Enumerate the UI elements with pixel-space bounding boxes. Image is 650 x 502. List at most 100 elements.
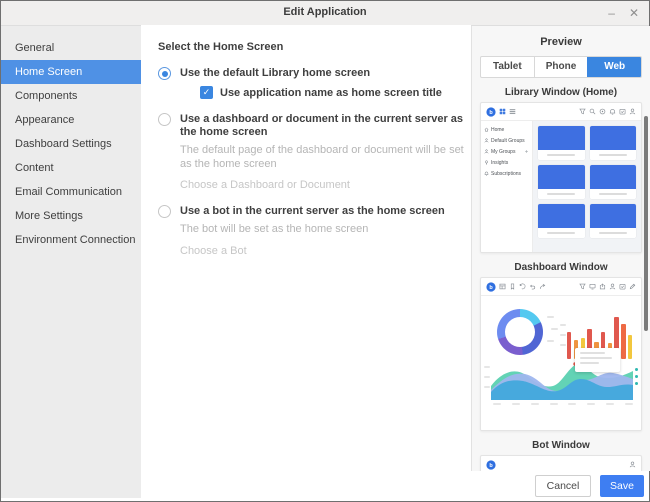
sidebar-item-content[interactable]: Content (1, 156, 141, 180)
share-icon (539, 283, 546, 290)
legend-dot (635, 382, 638, 385)
calendar-check-icon (619, 283, 626, 290)
panel-scrollbar-thumb[interactable] (644, 116, 648, 331)
axis-label-dash (560, 344, 566, 346)
brand-logo-icon (486, 282, 496, 292)
preview-sidebar-item-home: Home (481, 124, 532, 135)
dashboard-window-title: Dashboard Window (472, 262, 650, 273)
bot-window-preview (480, 455, 642, 471)
plus-icon (524, 149, 529, 154)
radio-default-library[interactable] (158, 67, 171, 80)
library-window-preview: Home Default Groups My Groups Insights S… (480, 102, 642, 253)
sidebar-item-general[interactable]: General (1, 36, 141, 60)
bot-window-title: Bot Window (472, 440, 650, 451)
insight-icon (484, 160, 489, 165)
option-description: The default page of the dashboard or doc… (180, 144, 471, 171)
axis-label-dash (547, 316, 554, 318)
preview-panel: Preview Tablet Phone Web Library Window … (471, 26, 650, 471)
filter-icon (579, 283, 586, 290)
chart-tooltip (575, 348, 620, 372)
library-window-title: Library Window (Home) (472, 87, 650, 98)
axis-label-dash (560, 324, 566, 326)
table-icon (499, 283, 506, 290)
library-preview-sidebar: Home Default Groups My Groups Insights S… (481, 121, 533, 252)
preview-title: Preview (472, 36, 650, 48)
bookmark-icon (509, 283, 516, 290)
sidebar-item-more-settings[interactable]: More Settings (1, 204, 141, 228)
filter-icon (579, 108, 586, 115)
person-icon (609, 283, 616, 290)
preview-sidebar-item-subscriptions: Subscriptions (481, 168, 532, 179)
group-icon (484, 149, 489, 154)
bell-icon (609, 108, 616, 115)
grid-view-icon (499, 108, 506, 115)
sidebar-item-components[interactable]: Components (1, 84, 141, 108)
monitor-icon (589, 283, 596, 290)
option-label[interactable]: Use the default Library home screen (180, 67, 442, 80)
edit-application-dialog: Edit Application – ✕ General Home Screen… (0, 0, 650, 502)
history-icon (519, 283, 526, 290)
library-item-card (590, 126, 637, 160)
sidebar-item-home-screen[interactable]: Home Screen (1, 60, 141, 84)
y-axis-dashes (484, 366, 490, 388)
save-button[interactable]: Save (600, 475, 644, 497)
preview-device-tabs: Tablet Phone Web (480, 56, 642, 78)
axis-label-dash (560, 334, 566, 336)
x-axis-dashes (493, 403, 633, 405)
tab-web[interactable]: Web (587, 57, 641, 77)
library-item-card (538, 126, 585, 160)
option-dashboard-document: Use a dashboard or document in the curre… (158, 113, 471, 191)
radio-dashboard-document[interactable] (158, 113, 171, 126)
minimize-icon[interactable]: – (608, 7, 615, 19)
option-label[interactable]: Use a bot in the current server as the h… (180, 205, 445, 218)
list-view-icon (509, 108, 516, 115)
home-screen-settings: Select the Home Screen Use the default L… (141, 25, 471, 477)
library-preview-grid (533, 121, 641, 252)
group-icon (484, 138, 489, 143)
library-item-card (538, 204, 585, 238)
undo-icon (529, 283, 536, 290)
checkbox-app-name-title[interactable]: ✓ (200, 86, 213, 99)
export-icon (599, 283, 606, 290)
preview-sidebar-item-default-groups: Default Groups (481, 135, 532, 146)
sidebar-item-environment-connection[interactable]: Environment Connection (1, 228, 141, 252)
mini-bar (621, 324, 625, 359)
sidebar-item-email-communication[interactable]: Email Communication (1, 180, 141, 204)
titlebar: Edit Application – ✕ (1, 1, 649, 26)
choose-dashboard-link[interactable]: Choose a Dashboard or Document (180, 179, 471, 191)
mini-bar (628, 335, 632, 359)
calendar-check-icon (619, 108, 626, 115)
settings-nav-sidebar: General Home Screen Components Appearanc… (1, 26, 141, 498)
option-default-library: Use the default Library home screen ✓ Us… (158, 67, 471, 99)
brand-logo-icon (486, 460, 496, 470)
library-preview-toolbar (481, 103, 641, 121)
legend-dot (635, 368, 638, 371)
legend-dot (635, 375, 638, 378)
home-icon (484, 127, 489, 132)
close-icon[interactable]: ✕ (629, 7, 639, 19)
section-heading: Select the Home Screen (158, 41, 471, 53)
dashboard-preview-toolbar (481, 278, 641, 296)
library-item-card (590, 165, 637, 199)
tab-phone[interactable]: Phone (534, 57, 588, 77)
subscriptions-icon (484, 171, 489, 176)
preview-sidebar-item-my-groups: My Groups (481, 146, 532, 157)
donut-chart (497, 309, 543, 355)
axis-label-dash (551, 328, 558, 330)
tab-tablet[interactable]: Tablet (481, 57, 534, 77)
sidebar-item-appearance[interactable]: Appearance (1, 108, 141, 132)
cancel-button[interactable]: Cancel (535, 475, 591, 497)
option-label[interactable]: Use a dashboard or document in the curre… (180, 113, 471, 139)
dashboard-window-preview (480, 277, 642, 431)
choose-bot-link[interactable]: Choose a Bot (180, 245, 445, 257)
target-icon (599, 108, 606, 115)
sidebar-item-dashboard-settings[interactable]: Dashboard Settings (1, 132, 141, 156)
option-description: The bot will be set as the home screen (180, 223, 445, 237)
checkbox-label[interactable]: Use application name as home screen titl… (220, 87, 442, 99)
person-icon (629, 108, 636, 115)
library-item-card (538, 165, 585, 199)
mini-bar (567, 332, 571, 359)
radio-bot[interactable] (158, 205, 171, 218)
dialog-title: Edit Application (1, 6, 649, 18)
axis-label-dash (547, 340, 554, 342)
